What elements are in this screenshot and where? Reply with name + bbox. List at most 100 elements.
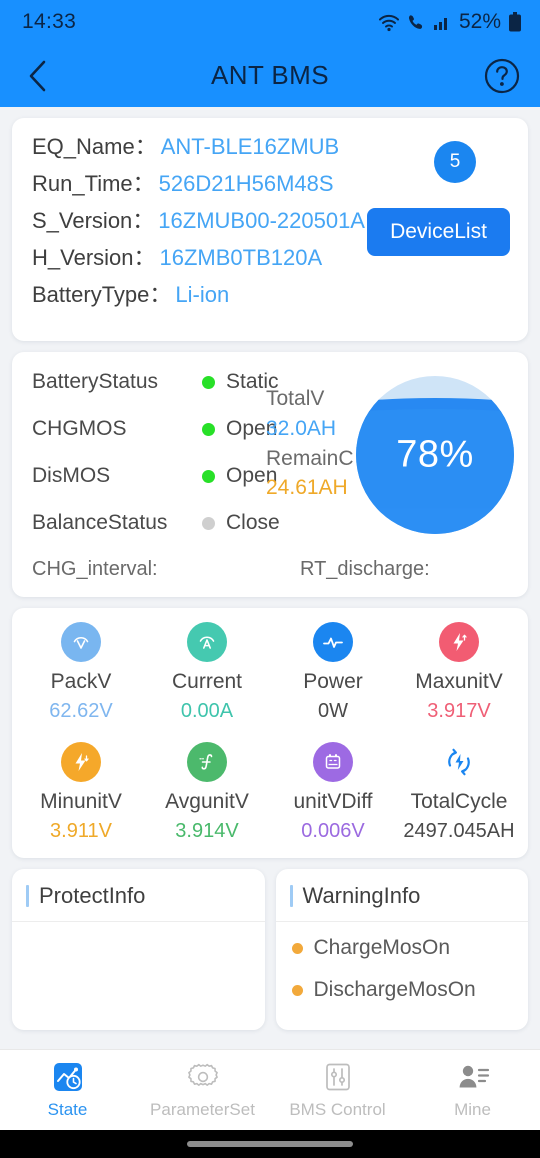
page-title: ANT BMS <box>211 60 329 90</box>
total-capacity-label: TotalV <box>266 387 325 410</box>
metric-label: MinunitV <box>40 790 122 814</box>
app-screen: 14:33 52% ANT BMS EQ_Name： ANT-BLE16ZMUB… <box>0 0 540 1158</box>
balance-status-label: BalanceStatus <box>32 511 168 534</box>
chevron-left-icon <box>29 60 46 91</box>
battery-icon <box>509 12 521 32</box>
cycle-bolt-icon <box>439 742 479 782</box>
status-row-dismos: DisMOS Open <box>32 464 302 488</box>
interval-row: CHG_interval: RT_discharge: <box>32 558 508 581</box>
bolt-up-icon <box>439 622 479 662</box>
eq-name-value: ANT-BLE16ZMUB <box>160 134 340 159</box>
tab-label: State <box>47 1100 88 1119</box>
warning-text: DischargeMosOn <box>313 978 476 1002</box>
battery-status-card: BatteryStatus Static CHGMOS Open DisMOS … <box>12 352 528 597</box>
status-indicator-dot <box>202 469 215 483</box>
s-version-label: S_Version： <box>32 208 155 233</box>
battery-type-label: BatteryType： <box>32 282 172 307</box>
status-bar-time: 14:33 <box>22 10 77 33</box>
metric-value: 62.62V <box>49 700 113 723</box>
home-indicator[interactable] <box>187 1141 353 1147</box>
total-capacity-value: 32.0AH <box>266 416 337 440</box>
warning-bullet-icon <box>291 984 303 996</box>
metric-value: 3.914V <box>175 820 239 843</box>
metric-label: AvgunitV <box>165 790 249 814</box>
h-version-label: H_Version： <box>32 245 156 270</box>
device-count-badge[interactable]: 5 <box>434 141 476 183</box>
chart-clock-icon <box>51 1060 85 1094</box>
run-time-value: 526D21H56M48S <box>158 171 334 196</box>
metrics-card: PackV 62.62V Current 0.00A Power 0W Maxu… <box>12 608 528 859</box>
metric-label: Power <box>303 670 363 693</box>
tab-parameterset[interactable]: ParameterSet <box>135 1050 270 1130</box>
metrics-row-2: MinunitV 3.911V AvgunitV 3.914V unitVDif… <box>18 742 522 842</box>
capacity-gauge-area: TotalV 32.0AH RemainC 24.61AH 78% <box>266 376 514 551</box>
metric-unitvdiff[interactable]: unitVDiff 0.006V <box>270 742 396 842</box>
tab-state[interactable]: State <box>0 1050 135 1130</box>
question-mark-circle-icon <box>484 58 520 93</box>
info-row-battery-type: BatteryType： Li-ion <box>32 284 508 306</box>
device-info-card: EQ_Name： ANT-BLE16ZMUB Run_Time： 526D21H… <box>12 118 528 341</box>
dismos-label: DisMOS <box>32 464 111 487</box>
soc-liquid-gauge: 78% <box>356 376 514 534</box>
metric-value: 0W <box>318 700 348 723</box>
metric-label: TotalCycle <box>410 790 508 814</box>
device-list-button[interactable]: DeviceList <box>367 208 510 256</box>
battery-meter-icon <box>313 742 353 783</box>
page-content: EQ_Name： ANT-BLE16ZMUB Run_Time： 526D21H… <box>0 107 540 1049</box>
status-bar-icons: 52% <box>378 10 522 34</box>
status-indicator-dot <box>202 516 215 530</box>
app-bar: ANT BMS <box>0 44 540 107</box>
h-version-value: 16ZMB0TB120A <box>159 245 323 270</box>
metric-label: unitVDiff <box>293 790 373 814</box>
average-curve-icon <box>187 742 227 783</box>
status-bar: 14:33 52% <box>0 0 540 44</box>
wifi-icon <box>378 14 399 32</box>
metric-totalcycle[interactable]: TotalCycle 2497.045AH <box>396 742 522 842</box>
status-row-chgmos: CHGMOS Open <box>32 417 302 441</box>
tab-mine[interactable]: Mine <box>405 1050 540 1130</box>
tab-label: BMS Control <box>289 1100 386 1119</box>
soc-percent-text: 78% <box>396 433 474 476</box>
metrics-row-1: PackV 62.62V Current 0.00A Power 0W Maxu… <box>18 622 522 722</box>
back-button[interactable] <box>18 56 58 96</box>
warning-info-title: WarningInfo <box>302 883 421 909</box>
battery-status-label: BatteryStatus <box>32 370 159 393</box>
bolt-down-icon <box>61 742 101 783</box>
accent-bar <box>289 885 293 908</box>
protect-info-panel: ProtectInfo <box>12 869 265 1031</box>
remain-capacity-value: 24.61AH <box>266 476 348 500</box>
rt-discharge-label: RT_discharge: <box>300 558 430 580</box>
metric-avgunitv[interactable]: AvgunitV 3.914V <box>144 742 270 842</box>
metric-power[interactable]: Power 0W <box>270 622 396 722</box>
metric-current[interactable]: Current 0.00A <box>144 622 270 722</box>
chgmos-label: CHGMOS <box>32 417 127 440</box>
metric-packv[interactable]: PackV 62.62V <box>18 622 144 722</box>
metric-label: PackV <box>50 670 112 693</box>
metric-value: 0.00A <box>180 700 234 723</box>
run-time-label: Run_Time： <box>32 171 155 196</box>
warning-info-panel: WarningInfo ChargeMosOn DischargeMosOn <box>275 869 528 1031</box>
gear-icon <box>186 1060 220 1094</box>
list-item: DischargeMosOn <box>291 978 515 1002</box>
sliders-icon <box>321 1060 355 1094</box>
metric-minunitv[interactable]: MinunitV 3.911V <box>18 742 144 842</box>
metric-label: MaxunitV <box>415 670 503 693</box>
metric-maxunitv[interactable]: MaxunitV 3.917V <box>396 622 522 722</box>
power-pulse-icon <box>313 622 353 662</box>
protect-info-header: ProtectInfo <box>12 869 265 923</box>
metric-value: 3.917V <box>427 700 491 723</box>
info-row-run-time: Run_Time： 526D21H56M48S <box>32 173 508 195</box>
phone-call-icon <box>408 14 423 29</box>
list-item: ChargeMosOn <box>291 936 515 960</box>
warning-text: ChargeMosOn <box>313 936 451 960</box>
status-row-battery: BatteryStatus Static <box>32 370 302 394</box>
metric-value: 0.006V <box>301 820 365 843</box>
ampere-icon <box>187 622 227 662</box>
tab-bms-control[interactable]: BMS Control <box>270 1050 405 1130</box>
metric-value: 3.911V <box>50 820 112 843</box>
chg-interval-label: CHG_interval: <box>32 558 158 580</box>
tab-label: Mine <box>454 1100 491 1119</box>
battery-percent-label: 52% <box>458 10 501 33</box>
help-button[interactable] <box>480 54 524 98</box>
capacity-text-block: TotalV 32.0AH RemainC 24.61AH <box>266 384 354 503</box>
